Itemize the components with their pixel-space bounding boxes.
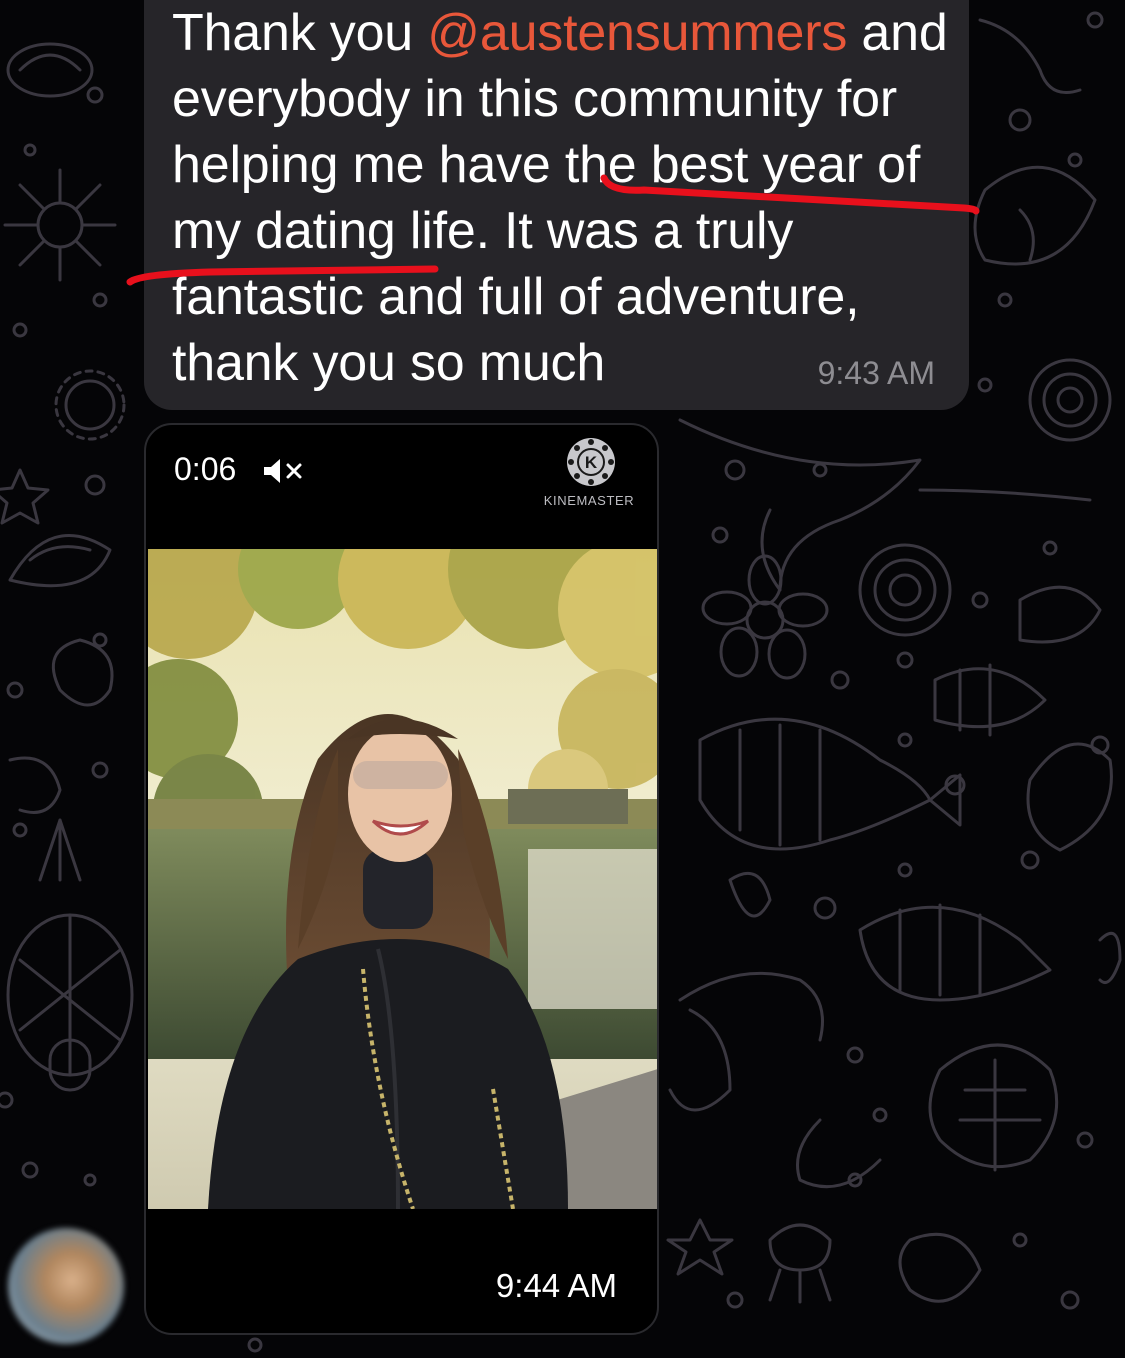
- avatar[interactable]: [8, 1228, 124, 1344]
- message-bubble-video[interactable]: 0:06 K KINEMASTER 9:44 AM: [144, 423, 659, 1335]
- kinemaster-watermark: KINEMASTER: [543, 493, 635, 508]
- kinemaster-k-icon: K: [567, 438, 615, 486]
- svg-text:K: K: [585, 453, 598, 472]
- message-bubble-text[interactable]: Thank you @austensummers and everybody i…: [144, 0, 969, 410]
- video-timestamp: 9:44 AM: [495, 1267, 617, 1304]
- message-text: Thank you @austensummers and everybody i…: [172, 0, 952, 396]
- video-thumbnail[interactable]: [148, 549, 657, 1209]
- message-timestamp: 9:43 AM: [817, 355, 935, 391]
- message-prefix: Thank you: [172, 4, 428, 62]
- mention-link[interactable]: @austensummers: [427, 4, 847, 62]
- speaker-muted-icon[interactable]: [262, 457, 310, 485]
- chat-screen: Thank you @austensummers and everybody i…: [0, 0, 1125, 1358]
- video-frame-image: [148, 549, 657, 1209]
- message-body: and everybody in this community for help…: [172, 4, 948, 392]
- video-duration: 0:06: [174, 451, 237, 487]
